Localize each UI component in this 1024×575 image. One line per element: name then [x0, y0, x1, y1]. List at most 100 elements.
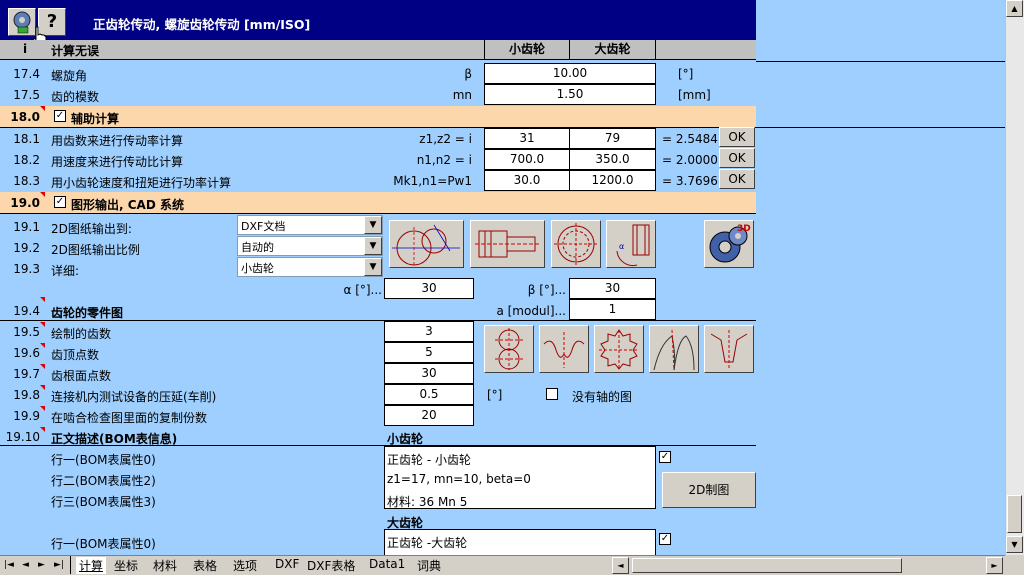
bom-text: 正齿轮 -大齿轮	[387, 536, 468, 550]
tab-material[interactable]: 材料	[153, 557, 177, 574]
helix-angle-input[interactable]: 10.00	[484, 63, 656, 84]
tab-dictionary[interactable]: 词典	[417, 557, 441, 574]
tab-last-icon[interactable]: ►|	[54, 560, 64, 570]
chevron-down-icon[interactable]: ▼	[364, 237, 382, 255]
aux-calc-checkbox[interactable]: ✓	[54, 110, 66, 122]
no-shaft-checkbox[interactable]	[546, 388, 558, 400]
scroll-right-icon[interactable]: ►	[986, 557, 1003, 574]
rolling-angle-input[interactable]: 0.5	[384, 384, 474, 405]
gear-mesh-drawing-button[interactable]	[389, 220, 464, 268]
row-label: 绘制的齿数	[51, 327, 112, 341]
section-auxiliary-calc: 18.0 ✓ 辅助计算	[0, 106, 756, 127]
scroll-down-icon[interactable]: ▼	[1006, 536, 1023, 553]
copies-input[interactable]: 20	[384, 405, 474, 426]
3d-label: 3D	[737, 224, 751, 234]
torque-input[interactable]: 30.0	[484, 170, 570, 191]
chevron-down-icon[interactable]: ▼	[364, 258, 382, 276]
scroll-thumb[interactable]	[1007, 495, 1022, 533]
gear-pair-icon	[495, 328, 523, 370]
alpha-input[interactable]: 30	[384, 278, 474, 299]
bom-text: 材料: 36 Mn 5	[387, 495, 468, 509]
row-label: 用齿数来进行传动率计算	[51, 134, 184, 148]
tab-calc[interactable]: 计算	[76, 557, 107, 574]
comment-marker	[40, 106, 45, 111]
power-result: = 3.7696	[662, 174, 718, 188]
tab-dxf-tables[interactable]: DXF表格	[307, 557, 355, 574]
tab-data1[interactable]: Data1	[369, 557, 405, 571]
comment-marker	[40, 427, 45, 432]
shaft-drawing-button[interactable]	[470, 220, 545, 268]
teeth-z2-input[interactable]: 79	[569, 128, 656, 149]
ratio-result: = 2.0000	[662, 153, 718, 167]
2d-drawing-button[interactable]: 2D制图	[662, 472, 756, 508]
teeth-z1-input[interactable]: 31	[484, 128, 570, 149]
output-format-select[interactable]: DXF文档 ▼	[237, 215, 383, 235]
tooth-gap-button[interactable]	[704, 325, 754, 373]
row-number: 19.5	[13, 325, 40, 339]
row-label: 在啮合检查图里面的复制份数	[51, 411, 208, 425]
row-label: 2D图纸输出到:	[51, 222, 132, 236]
row-symbol: Mk1,n1=Pw1	[393, 174, 472, 188]
3d-model-button[interactable]: 3D	[704, 220, 754, 268]
chevron-down-icon[interactable]: ▼	[364, 216, 382, 234]
a-modul-input[interactable]: 1	[569, 299, 656, 320]
svg-text:α: α	[619, 242, 624, 251]
tooth-profile-button[interactable]	[539, 325, 589, 373]
module-input[interactable]: 1.50	[484, 84, 656, 105]
row-symbol: β	[464, 67, 472, 81]
horizontal-scrollbar[interactable]: ◄ ►	[610, 555, 1005, 575]
select-value: 自动的	[241, 241, 274, 254]
tab-next-icon[interactable]: ►	[38, 560, 45, 570]
pinion-speed-input[interactable]: 1200.0	[569, 170, 656, 191]
drawn-teeth-input[interactable]: 3	[384, 321, 474, 342]
graphic-output-checkbox[interactable]: ✓	[54, 196, 66, 208]
tab-tables[interactable]: 表格	[193, 557, 217, 574]
bom-checkbox[interactable]: ✓	[659, 533, 671, 545]
scroll-up-icon[interactable]: ▲	[1006, 0, 1023, 17]
tip-points-input[interactable]: 5	[384, 342, 474, 363]
row-number: 19.10	[5, 430, 40, 444]
detail-select[interactable]: 小齿轮 ▼	[237, 257, 383, 277]
pinion-pair-button[interactable]	[484, 325, 534, 373]
root-points-input[interactable]: 30	[384, 363, 474, 384]
pinion-bom-textbox[interactable]: 正齿轮 - 小齿轮 z1=17, mn=10, beta=0 材料: 36 Mn…	[384, 446, 656, 509]
row-label: 2D图纸输出比例	[51, 243, 140, 257]
tab-first-icon[interactable]: |◄	[4, 560, 14, 570]
ok-button-speed[interactable]: OK	[719, 148, 755, 168]
tab-coordinates[interactable]: 坐标	[114, 557, 138, 574]
tab-prev-icon[interactable]: ◄	[22, 560, 29, 570]
tab-options[interactable]: 选项	[233, 557, 257, 574]
beta-input[interactable]: 30	[569, 278, 656, 299]
tab-dxf[interactable]: DXF	[275, 557, 299, 571]
divider	[0, 213, 756, 214]
gear-section-drawing-button[interactable]: α	[606, 220, 656, 268]
speed-n2-input[interactable]: 350.0	[569, 149, 656, 170]
bom-checkbox[interactable]: ✓	[659, 451, 671, 463]
vertical-scrollbar[interactable]: ▲ ▼	[1005, 0, 1024, 555]
h-scroll-thumb[interactable]	[632, 558, 902, 573]
row-number: 19.7	[13, 367, 40, 381]
gear-circle-icon	[554, 223, 598, 265]
row-label: 齿顶点数	[51, 348, 100, 362]
mesh-check-button[interactable]	[649, 325, 699, 373]
ok-button-power[interactable]: OK	[719, 169, 755, 189]
beta-label: β [°]...	[527, 283, 566, 297]
scroll-corner	[1005, 555, 1024, 575]
tooth-gap-icon	[710, 330, 748, 370]
row-number: 19.8	[13, 388, 40, 402]
gear-bom-textbox[interactable]: 正齿轮 -大齿轮	[384, 529, 656, 556]
row-symbol: n1,n2 = i	[416, 153, 472, 167]
row-number: 19.2	[13, 241, 40, 255]
output-scale-select[interactable]: 自动的 ▼	[237, 236, 383, 256]
table-header: i 计算无误 小齿轮 大齿轮	[0, 40, 756, 60]
window-title: 正齿轮传动, 螺旋齿轮传动 [mm/ISO]	[93, 17, 311, 32]
gear-front-drawing-button[interactable]	[551, 220, 601, 268]
tab-separator	[70, 556, 71, 574]
speed-n1-input[interactable]: 700.0	[484, 149, 570, 170]
scroll-left-icon[interactable]: ◄	[612, 557, 629, 574]
gear-outline-button[interactable]	[594, 325, 644, 373]
bom-line-label: 行一(BOM表属性0)	[51, 537, 156, 551]
comment-marker	[40, 297, 45, 302]
ok-button-teeth[interactable]: OK	[719, 127, 755, 147]
row-number: 19.4	[13, 304, 40, 318]
